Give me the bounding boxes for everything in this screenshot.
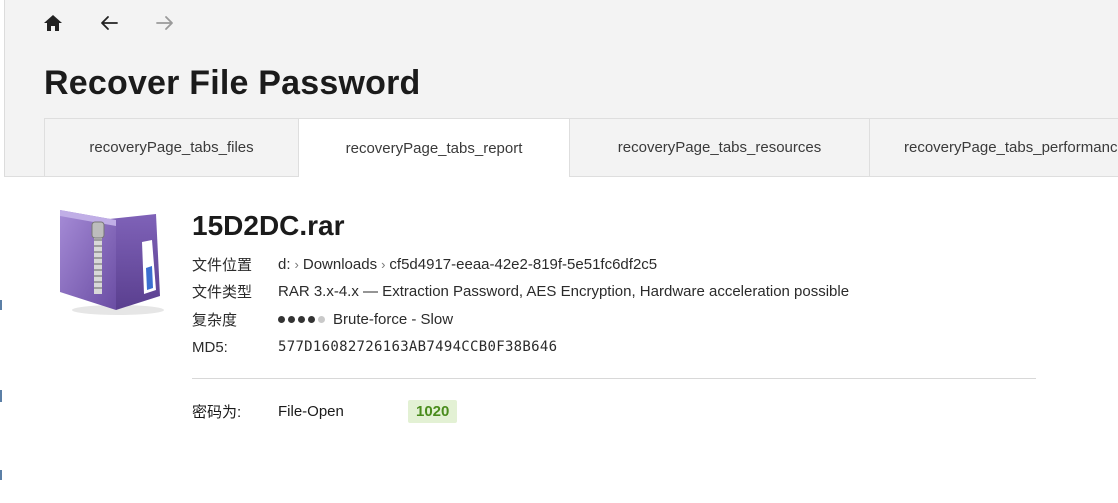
complexity-label: 复杂度 xyxy=(192,311,238,329)
tab-bar: recoveryPage_tabs_files recoveryPage_tab… xyxy=(44,118,1118,177)
divider xyxy=(192,378,1036,379)
password-row: 密码为: File-Open 1020 xyxy=(192,399,458,423)
arrow-left-icon xyxy=(101,16,118,30)
complexity-row: 复杂度 Brute-force - Slow xyxy=(192,308,453,330)
navigation-bar xyxy=(40,8,178,38)
home-button[interactable] xyxy=(40,8,66,38)
tab-performance[interactable]: recoveryPage_tabs_performance xyxy=(869,118,1118,176)
complexity-dot-empty xyxy=(318,315,325,323)
breadcrumb-subfolder[interactable]: cf5d4917-eeaa-42e2-819f-5e51fc6df2c5 xyxy=(389,256,657,273)
complexity-dot-filled xyxy=(288,315,295,323)
chevron-right-icon: › xyxy=(294,256,299,272)
zip-folder-icon xyxy=(60,210,164,315)
home-icon xyxy=(44,15,62,31)
tab-files[interactable]: recoveryPage_tabs_files xyxy=(44,118,299,176)
complexity-dot-filled xyxy=(298,315,305,323)
page-title: Recover File Password xyxy=(44,64,421,102)
complexity-dot-filled xyxy=(308,315,315,323)
complexity-text: Brute-force - Slow xyxy=(333,310,454,328)
forward-button[interactable] xyxy=(152,8,178,38)
password-type: File-Open xyxy=(278,402,344,420)
complexity-rating xyxy=(278,315,325,323)
back-button[interactable] xyxy=(96,8,122,38)
tab-resources[interactable]: recoveryPage_tabs_resources xyxy=(569,118,870,176)
password-label: 密码为: xyxy=(192,403,242,421)
file-type-label: 文件类型 xyxy=(192,283,253,301)
tab-report[interactable]: recoveryPage_tabs_report xyxy=(298,118,570,177)
report-panel xyxy=(4,176,1118,503)
chevron-right-icon: › xyxy=(381,256,386,272)
md5-row: MD5: 577D16082726163AB7494CCB0F38B646 xyxy=(192,336,557,358)
arrow-right-icon xyxy=(156,16,173,30)
file-location-row: 文件位置 d: › Downloads › cf5d4917-eeaa-42e2-819… xyxy=(192,253,657,275)
md5-value: 577D16082726163AB7494CCB0F38B646 xyxy=(278,339,558,355)
file-name: 15D2DC.rar xyxy=(192,210,345,241)
password-value-badge[interactable]: 1020 xyxy=(408,399,458,423)
file-type-value: RAR 3.x-4.x — Extraction Password, AES E… xyxy=(278,282,850,300)
file-location-label: 文件位置 xyxy=(192,256,253,274)
complexity-dot-filled xyxy=(278,315,285,323)
file-type-row: 文件类型 RAR 3.x-4.x — Extraction Password, … xyxy=(192,280,849,302)
breadcrumb-folder[interactable]: Downloads xyxy=(303,256,377,273)
breadcrumb-drive[interactable]: d: xyxy=(278,256,291,273)
md5-label: MD5: xyxy=(192,338,228,356)
breadcrumb: d: › Downloads › cf5d4917-eeaa-42e2-819f-5e5… xyxy=(278,256,657,273)
